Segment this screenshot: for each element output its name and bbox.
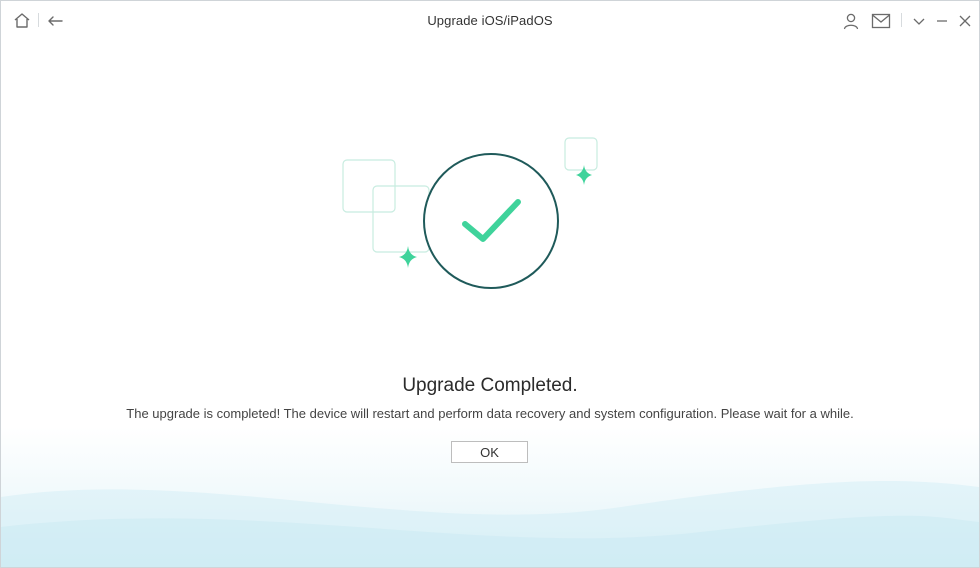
sparkle-icon bbox=[399, 246, 417, 268]
result-heading: Upgrade Completed. bbox=[402, 375, 578, 396]
titlebar-divider bbox=[901, 13, 902, 27]
ok-button[interactable]: OK bbox=[451, 441, 528, 463]
app-window: Upgrade iOS/iPadOS Upgrade Completed. Th… bbox=[0, 0, 980, 568]
decor-frame bbox=[564, 137, 598, 171]
success-circle bbox=[423, 153, 559, 289]
title-bar: Upgrade iOS/iPadOS bbox=[1, 1, 979, 41]
sparkle-icon bbox=[576, 165, 592, 185]
user-icon[interactable] bbox=[840, 10, 862, 32]
result-message: The upgrade is completed! The device wil… bbox=[126, 406, 854, 421]
minimize-icon[interactable] bbox=[931, 10, 953, 32]
close-icon[interactable] bbox=[954, 10, 976, 32]
mail-icon[interactable] bbox=[870, 10, 892, 32]
window-title: Upgrade iOS/iPadOS bbox=[427, 13, 553, 28]
success-illustration bbox=[331, 129, 621, 309]
decor-frame bbox=[372, 185, 430, 253]
chevron-down-icon[interactable] bbox=[908, 10, 930, 32]
